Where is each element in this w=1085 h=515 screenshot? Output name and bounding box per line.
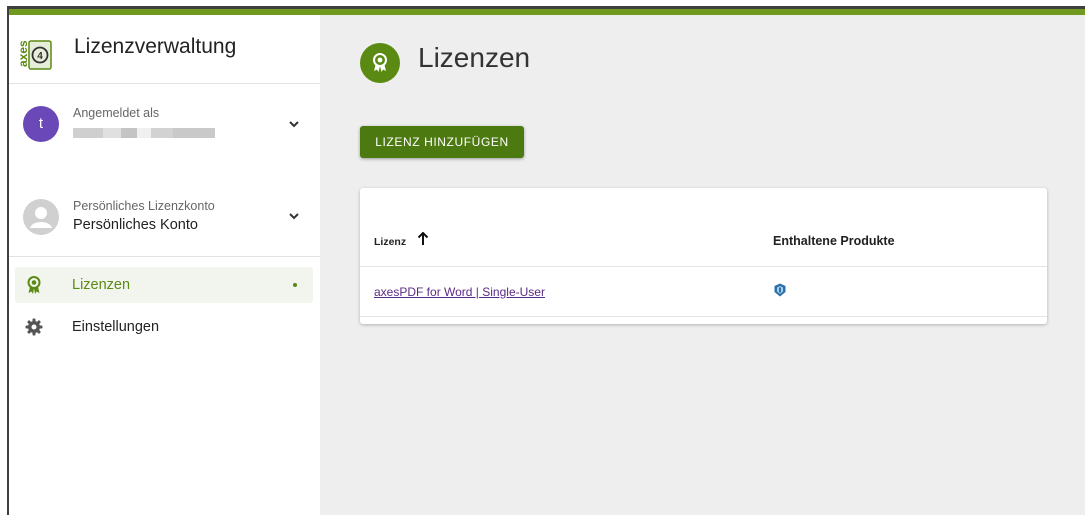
page-title-icon (360, 43, 400, 83)
axespdf-shield-icon (774, 283, 786, 297)
logged-in-label: Angemeldet als (73, 106, 160, 120)
window-top-border (0, 0, 1085, 16)
award-icon (373, 53, 387, 72)
sidebar-item-lizenzen[interactable]: Lizenzen (15, 267, 313, 303)
sidebar-divider (9, 83, 320, 84)
sidebar-item-einstellungen[interactable]: Einstellungen (15, 309, 313, 345)
redacted-username (73, 128, 215, 138)
user-account-toggle[interactable]: t Angemeldet als (9, 85, 320, 175)
brand-header: 4 axes Lizenzverwaltung (9, 15, 320, 83)
license-account-toggle[interactable]: Persönliches Lizenzkonto Persönliches Ko… (9, 185, 320, 255)
user-avatar: t (23, 106, 59, 142)
account-avatar-icon (23, 199, 59, 235)
svg-text:4: 4 (37, 51, 43, 62)
chevron-down-icon (289, 121, 299, 128)
gear-icon (25, 318, 43, 336)
license-link[interactable]: axesPDF for Word | Single-User (374, 285, 545, 299)
sidebar-divider (9, 256, 320, 257)
sort-ascending-icon[interactable] (417, 232, 429, 246)
license-table: Lizenz Enthaltene Produkte axesPDF for W… (360, 188, 1047, 324)
header-divider (360, 266, 1047, 267)
award-icon (27, 276, 41, 294)
column-header-produkte: Enthaltene Produkte (773, 234, 895, 248)
sidebar-item-label: Einstellungen (72, 319, 160, 335)
page-title: Lizenzen (418, 42, 531, 73)
active-indicator-dot (293, 283, 297, 287)
sidebar: 4 axes Lizenzverwaltung t Angemeldet als… (9, 15, 320, 515)
main-content: Lizenzen LIZENZ HINZUFÜGEN Lizenz Enthal… (320, 15, 1085, 515)
add-license-button[interactable]: LIZENZ HINZUFÜGEN (360, 126, 524, 158)
sidebar-item-label: Lizenzen (72, 277, 131, 293)
chevron-down-icon (289, 213, 299, 220)
row-divider (360, 316, 1047, 317)
license-account-name: Persönliches Konto (73, 217, 198, 233)
axes4-logo: 4 axes (19, 40, 52, 70)
app-title: Lizenzverwaltung (74, 35, 237, 58)
license-account-label: Persönliches Lizenzkonto (73, 199, 215, 213)
column-header-lizenz[interactable]: Lizenz (374, 236, 406, 248)
svg-text:axes: axes (19, 40, 30, 67)
